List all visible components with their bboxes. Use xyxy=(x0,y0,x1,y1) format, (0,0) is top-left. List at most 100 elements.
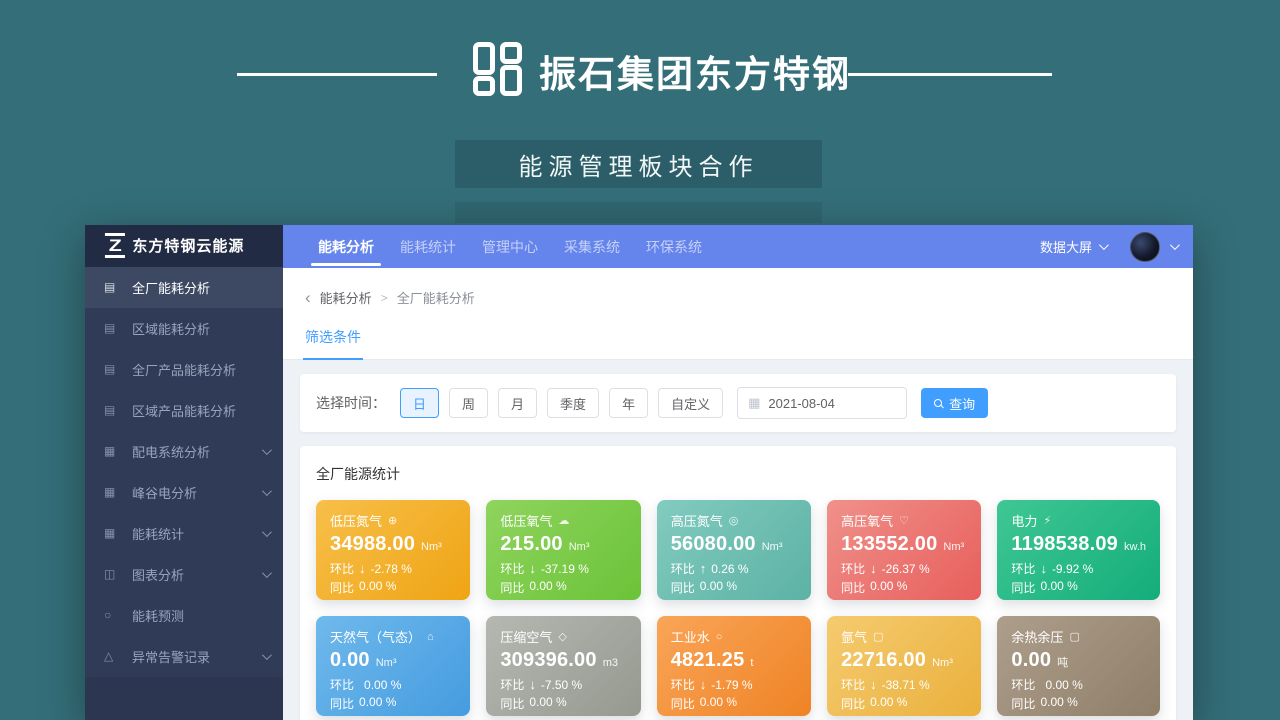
stat-card[interactable]: 高压氧气 ♡ 133552.00 Nm³ 环比 ↓ -26.37 % 同比 0.… xyxy=(827,500,981,600)
energy-type-icon: ⌂ xyxy=(427,631,434,643)
yoy-label: 同比 xyxy=(1011,579,1035,596)
mom-value: 0.00 % xyxy=(364,678,401,692)
data-screen-dropdown[interactable]: 数据大屏 xyxy=(1040,237,1106,256)
brand-header: 振石集团东方特钢 xyxy=(473,42,851,100)
energy-type-icon: ▢ xyxy=(873,630,883,643)
period-button-year[interactable]: 年 xyxy=(609,388,648,418)
sidebar-item-peak-valley[interactable]: ▦ 峰谷电分析 xyxy=(85,472,283,513)
tab-energy-analysis[interactable]: 能耗分析 xyxy=(305,225,387,268)
stat-value: 133552.00 xyxy=(841,533,937,556)
stat-card[interactable]: 压缩空气 ◇ 309396.00 m3 环比 ↓ -7.50 % 同比 0.00… xyxy=(486,616,640,716)
sidebar-item-plant-energy-analysis[interactable]: ▤ 全厂能耗分析 xyxy=(85,267,283,308)
trend-arrow-icon: ↓ xyxy=(1040,561,1047,576)
stat-card[interactable]: 高压氮气 ◎ 56080.00 Nm³ 环比 ↑ 0.26 % 同比 0.00 … xyxy=(657,500,811,600)
banner-shadow xyxy=(455,202,822,223)
trend-arrow-icon: ↓ xyxy=(700,677,707,692)
date-input[interactable]: ▦ 2021-08-04 xyxy=(737,387,907,419)
sidebar-menu: ▤ 全厂能耗分析 ▤ 区域能耗分析 ▤ 全厂产品能耗分析 ▤ 区域产品能耗分析 … xyxy=(85,267,283,677)
stat-card[interactable]: 低压氧气 ☁ 215.00 Nm³ 环比 ↓ -37.19 % 同比 0.00 … xyxy=(486,500,640,600)
tab-environment-system[interactable]: 环保系统 xyxy=(633,225,715,268)
energy-type-label: 低压氧气 xyxy=(500,511,552,530)
stat-card[interactable]: 天然气（气态） ⌂ 0.00 Nm³ 环比 0.00 % 同比 0.00 % xyxy=(316,616,470,716)
breadcrumb-current: 全厂能耗分析 xyxy=(397,288,475,307)
sidebar-item-plant-product-energy[interactable]: ▤ 全厂产品能耗分析 xyxy=(85,349,283,390)
chevron-down-icon xyxy=(262,568,272,578)
energy-type-label: 高压氧气 xyxy=(841,511,893,530)
meter-icon: ▤ xyxy=(104,362,119,376)
stat-card-title: 低压氧气 ☁ xyxy=(500,511,626,530)
stat-unit: Nm³ xyxy=(569,541,590,553)
energy-type-label: 高压氮气 xyxy=(671,511,723,530)
stat-card[interactable]: 氩气 ▢ 22716.00 Nm³ 环比 ↓ -38.71 % 同比 0.00 … xyxy=(827,616,981,716)
breadcrumb: ‹ 能耗分析 > 全厂能耗分析 xyxy=(303,268,1173,321)
yoy-label: 同比 xyxy=(841,579,865,596)
stat-card[interactable]: 低压氮气 ⊕ 34988.00 Nm³ 环比 ↓ -2.78 % 同比 0.00… xyxy=(316,500,470,600)
stat-value: 215.00 xyxy=(500,533,562,556)
mom-value: -37.19 % xyxy=(541,562,589,576)
period-button-day[interactable]: 日 xyxy=(400,388,439,418)
mom-value: -38.71 % xyxy=(882,678,930,692)
tab-collection-system[interactable]: 采集系统 xyxy=(551,225,633,268)
period-button-month[interactable]: 月 xyxy=(498,388,537,418)
sidebar-item-label: 异常告警记录 xyxy=(132,647,210,666)
chevron-down-icon xyxy=(262,527,272,537)
period-button-quarter[interactable]: 季度 xyxy=(547,388,599,418)
stat-value: 1198538.09 xyxy=(1011,533,1118,556)
sidebar-item-alarm-records[interactable]: △ 异常告警记录 xyxy=(85,636,283,677)
stat-card-title: 余热余压 ▢ xyxy=(1011,627,1146,646)
sidebar-item-power-distribution[interactable]: ▦ 配电系统分析 xyxy=(85,431,283,472)
user-avatar[interactable] xyxy=(1130,232,1160,262)
sidebar-item-energy-statistics[interactable]: ▦ 能耗统计 xyxy=(85,513,283,554)
sidebar-item-chart-analysis[interactable]: ◫ 图表分析 xyxy=(85,554,283,595)
energy-type-icon: ⚡ xyxy=(1043,514,1051,527)
yoy-label: 同比 xyxy=(841,695,865,712)
mom-label: 环比 xyxy=(671,560,695,577)
grid-icon: ▦ xyxy=(104,526,119,540)
yoy-value: 0.00 % xyxy=(529,579,566,596)
yoy-trend-row: 同比 0.00 % xyxy=(500,695,626,712)
yoy-value: 0.00 % xyxy=(700,695,737,712)
yoy-trend-row: 同比 0.00 % xyxy=(330,695,456,712)
stat-card[interactable]: 工业水 ○ 4821.25 t 环比 ↓ -1.79 % 同比 0.00 % xyxy=(657,616,811,716)
query-button-label: 查询 xyxy=(949,394,975,413)
energy-type-icon: ◎ xyxy=(729,514,739,527)
stat-unit: 吨 xyxy=(1057,654,1068,670)
breadcrumb-separator: > xyxy=(381,291,388,305)
trend-arrow-icon: ↓ xyxy=(529,561,536,576)
stat-card-value-row: 1198538.09 kw.h xyxy=(1011,533,1146,556)
chevron-down-icon[interactable] xyxy=(1170,240,1180,250)
stat-card[interactable]: 余热余压 ▢ 0.00 吨 环比 0.00 % 同比 0.00 % xyxy=(997,616,1160,716)
yoy-trend-row: 同比 0.00 % xyxy=(671,579,797,596)
sidebar-item-energy-forecast[interactable]: ○ 能耗预测 xyxy=(85,595,283,636)
sidebar-item-label: 全厂产品能耗分析 xyxy=(132,360,236,379)
mom-trend-row: 环比 ↓ -26.37 % xyxy=(841,560,967,577)
stat-card[interactable]: 电力 ⚡ 1198538.09 kw.h 环比 ↓ -9.92 % 同比 0.0… xyxy=(997,500,1160,600)
period-button-custom[interactable]: 自定义 xyxy=(658,388,723,418)
sidebar-item-region-energy-analysis[interactable]: ▤ 区域能耗分析 xyxy=(85,308,283,349)
mom-value: -9.92 % xyxy=(1052,562,1093,576)
yoy-value: 0.00 % xyxy=(1040,695,1077,712)
energy-type-label: 余热余压 xyxy=(1011,627,1063,646)
stat-unit: Nm³ xyxy=(943,541,964,553)
query-button[interactable]: 查询 xyxy=(921,388,988,418)
tab-filter-conditions[interactable]: 筛选条件 xyxy=(303,321,363,360)
tab-management-center[interactable]: 管理中心 xyxy=(469,225,551,268)
sidebar-item-region-product-energy[interactable]: ▤ 区域产品能耗分析 xyxy=(85,390,283,431)
stat-value: 22716.00 xyxy=(841,649,926,672)
yoy-trend-row: 同比 0.00 % xyxy=(841,579,967,596)
sidebar-item-label: 峰谷电分析 xyxy=(132,483,197,502)
period-button-week[interactable]: 周 xyxy=(449,388,488,418)
breadcrumb-parent[interactable]: 能耗分析 xyxy=(320,288,372,307)
back-icon[interactable]: ‹ xyxy=(305,289,311,306)
yoy-value: 0.00 % xyxy=(1040,579,1077,596)
mom-label: 环比 xyxy=(330,676,354,693)
mom-value: 0.00 % xyxy=(1045,678,1082,692)
trend-arrow-icon: ↓ xyxy=(359,561,366,576)
stat-card-value-row: 4821.25 t xyxy=(671,649,797,672)
tab-energy-statistics[interactable]: 能耗统计 xyxy=(387,225,469,268)
mom-value: -26.37 % xyxy=(882,562,930,576)
mom-trend-row: 环比 0.00 % xyxy=(330,676,456,693)
sidebar-item-label: 全厂能耗分析 xyxy=(132,278,210,297)
yoy-label: 同比 xyxy=(500,695,524,712)
stat-card-title: 电力 ⚡ xyxy=(1011,511,1146,530)
